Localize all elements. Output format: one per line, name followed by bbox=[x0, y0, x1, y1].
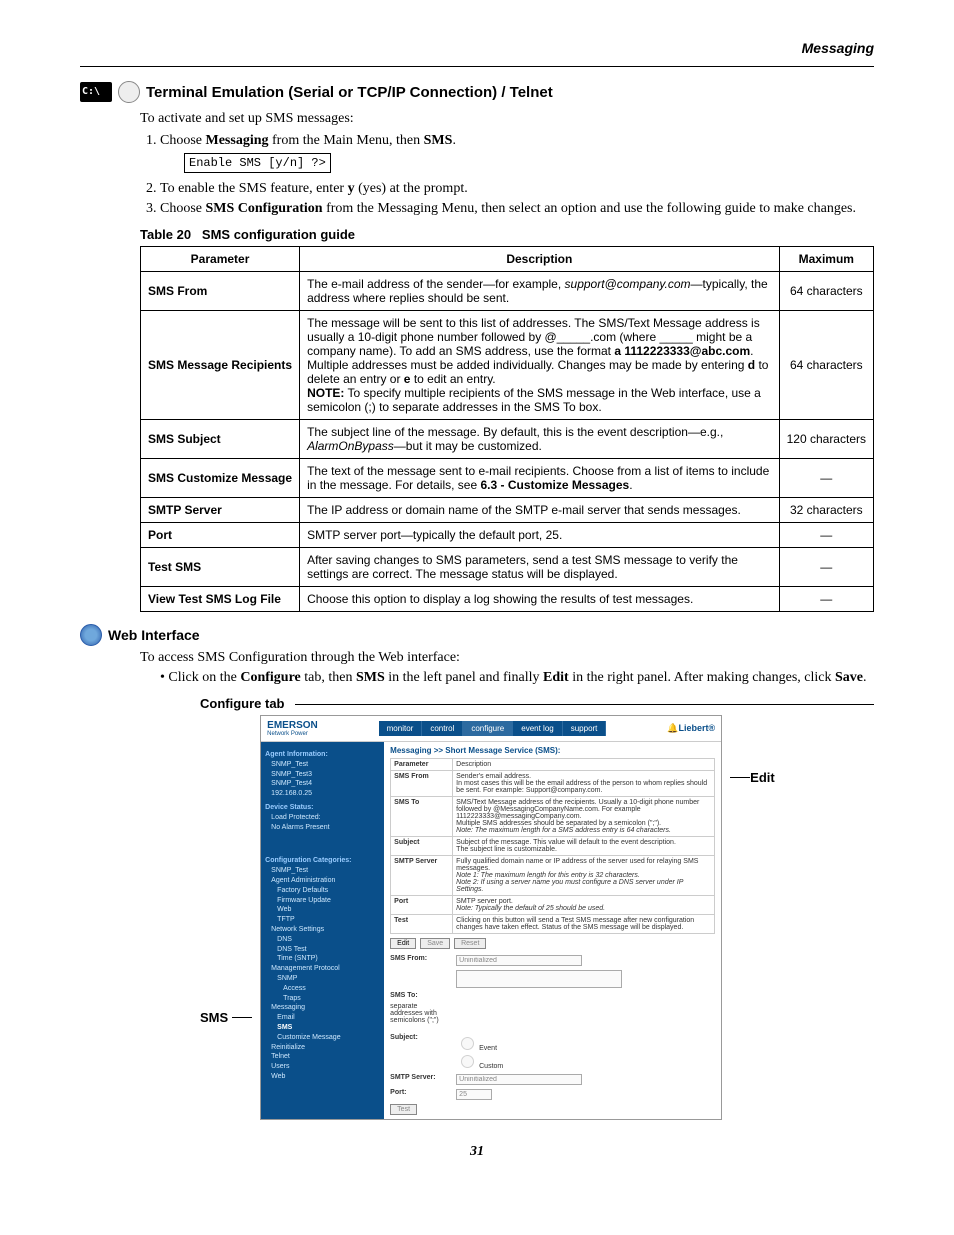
save-button[interactable]: Save bbox=[420, 938, 450, 949]
sidebar-item[interactable]: SNMP_Test bbox=[265, 866, 380, 876]
tab-control[interactable]: control bbox=[422, 721, 463, 736]
liebert-logo: 🔔Liebert® bbox=[667, 723, 715, 734]
step-3: Choose SMS Configuration from the Messag… bbox=[160, 201, 874, 217]
to-label: SMS To: bbox=[390, 992, 450, 999]
from-label: SMS From: bbox=[390, 955, 450, 962]
tab-configure[interactable]: configure bbox=[463, 721, 513, 736]
to-input[interactable] bbox=[456, 970, 622, 988]
callout-configure-tab: Configure tab bbox=[200, 696, 874, 711]
reset-button[interactable]: Reset bbox=[454, 938, 486, 949]
sidebar-item[interactable]: Time (SNTP) bbox=[265, 954, 380, 964]
sidebar-item[interactable]: Factory Defaults bbox=[265, 886, 380, 896]
sidebar-item[interactable]: Reinitialize bbox=[265, 1043, 380, 1053]
sidebar-item[interactable]: Access bbox=[265, 984, 380, 994]
table-caption: Table 20 SMS configuration guide bbox=[140, 227, 874, 242]
sidebar-item[interactable]: Email bbox=[265, 1013, 380, 1023]
sidebar-item[interactable]: Telnet bbox=[265, 1052, 380, 1062]
port-label: Port: bbox=[390, 1089, 450, 1096]
smtp-input[interactable] bbox=[456, 1074, 582, 1085]
web-intro: To access SMS Configuration through the … bbox=[140, 650, 874, 666]
step-2: To enable the SMS feature, enter y (yes)… bbox=[160, 181, 874, 197]
web-step-1: Click on the Configure tab, then SMS in … bbox=[160, 670, 874, 686]
param-desc-table: ParameterDescription SMS FromSender's em… bbox=[390, 758, 715, 934]
sidebar-item[interactable]: Customize Message bbox=[265, 1033, 380, 1043]
table-row: SMTP Server The IP address or domain nam… bbox=[141, 498, 874, 523]
web-ui-screenshot: EMERSON Network Power monitor control co… bbox=[260, 715, 722, 1120]
tab-monitor[interactable]: monitor bbox=[379, 721, 423, 736]
sidebar-item[interactable]: Firmware Update bbox=[265, 896, 380, 906]
sidebar-item[interactable]: Web bbox=[265, 905, 380, 915]
col-description: Description bbox=[300, 247, 780, 272]
subject-custom-radio[interactable] bbox=[461, 1055, 474, 1068]
telnet-steps: Choose Messaging from the Main Menu, the… bbox=[140, 133, 874, 217]
form-buttons: Edit Save Reset bbox=[390, 938, 715, 949]
cmd-icon: C:\ bbox=[80, 82, 112, 102]
sidebar-item[interactable]: DNS bbox=[265, 935, 380, 945]
step-1: Choose Messaging from the Main Menu, the… bbox=[160, 133, 874, 177]
sidebar-item[interactable]: DNS Test bbox=[265, 945, 380, 955]
table-header-row: Parameter Description Maximum bbox=[141, 247, 874, 272]
edit-button[interactable]: Edit bbox=[390, 938, 416, 949]
page-number: 31 bbox=[80, 1144, 874, 1160]
sidebar-item[interactable]: SNMP bbox=[265, 974, 380, 984]
port-input[interactable] bbox=[456, 1089, 492, 1100]
table-row: SMS Customize Message The text of the me… bbox=[141, 459, 874, 498]
sms-form: SMS From: SMS To: separate bbox=[390, 955, 715, 1115]
sidebar-item[interactable]: Agent Administration bbox=[265, 876, 380, 886]
subject-label: Subject: bbox=[390, 1034, 450, 1041]
col-maximum: Maximum bbox=[779, 247, 873, 272]
table-row: Test SMS After saving changes to SMS par… bbox=[141, 548, 874, 587]
sidebar-item[interactable]: Traps bbox=[265, 994, 380, 1004]
table-row: SMS Message Recipients The message will … bbox=[141, 311, 874, 420]
sidebar-item[interactable]: Messaging bbox=[265, 1003, 380, 1013]
table-row: SMS Subject The subject line of the mess… bbox=[141, 420, 874, 459]
tab-event-log[interactable]: event log bbox=[513, 721, 562, 736]
telnet-intro: To activate and set up SMS messages: bbox=[140, 111, 874, 127]
smtp-label: SMTP Server: bbox=[390, 1074, 450, 1081]
sidebar-item[interactable]: Web bbox=[265, 1072, 380, 1082]
telnet-title: Terminal Emulation (Serial or TCP/IP Con… bbox=[146, 84, 553, 101]
sidebar-item[interactable]: Management Protocol bbox=[265, 964, 380, 974]
test-button[interactable]: Test bbox=[390, 1104, 417, 1115]
emerson-logo: EMERSON bbox=[267, 720, 318, 731]
table-row: View Test SMS Log File Choose this optio… bbox=[141, 587, 874, 612]
sidebar-item-sms[interactable]: SMS bbox=[265, 1023, 380, 1033]
globe-icon bbox=[80, 624, 102, 646]
main-panel: Messaging >> Short Message Service (SMS)… bbox=[384, 742, 721, 1119]
sms-config-table: Parameter Description Maximum SMS From T… bbox=[140, 246, 874, 612]
enable-sms-prompt: Enable SMS [y/n] ?> bbox=[184, 153, 331, 173]
telnet-section-heading: C:\ Terminal Emulation (Serial or TCP/IP… bbox=[80, 81, 874, 103]
table-row: SMS From The e-mail address of the sende… bbox=[141, 272, 874, 311]
from-input[interactable] bbox=[456, 955, 582, 966]
subject-event-radio[interactable] bbox=[461, 1037, 474, 1050]
to-note: separate addresses with semicolons (";") bbox=[390, 1003, 450, 1024]
header-rule bbox=[80, 66, 874, 67]
callout-sms: SMS bbox=[200, 1010, 228, 1025]
breadcrumb: Messaging >> Short Message Service (SMS)… bbox=[390, 746, 715, 755]
web-steps: Click on the Configure tab, then SMS in … bbox=[140, 670, 874, 686]
sidebar: Agent Information: SNMP_Test SNMP_Test3 … bbox=[261, 742, 384, 1119]
sidebar-item[interactable]: Users bbox=[265, 1062, 380, 1072]
sidebar-item[interactable]: Network Settings bbox=[265, 925, 380, 935]
callout-edit: Edit bbox=[750, 770, 775, 785]
running-header: Messaging bbox=[80, 40, 874, 56]
table-row: Port SMTP server port—typically the defa… bbox=[141, 523, 874, 548]
sidebar-item[interactable]: TFTP bbox=[265, 915, 380, 925]
col-parameter: Parameter bbox=[141, 247, 300, 272]
tab-support[interactable]: support bbox=[563, 721, 607, 736]
web-section-heading: Web Interface bbox=[80, 624, 874, 646]
nav-tabs: monitor control configure event log supp… bbox=[379, 721, 607, 736]
terminal-icon bbox=[118, 81, 140, 103]
